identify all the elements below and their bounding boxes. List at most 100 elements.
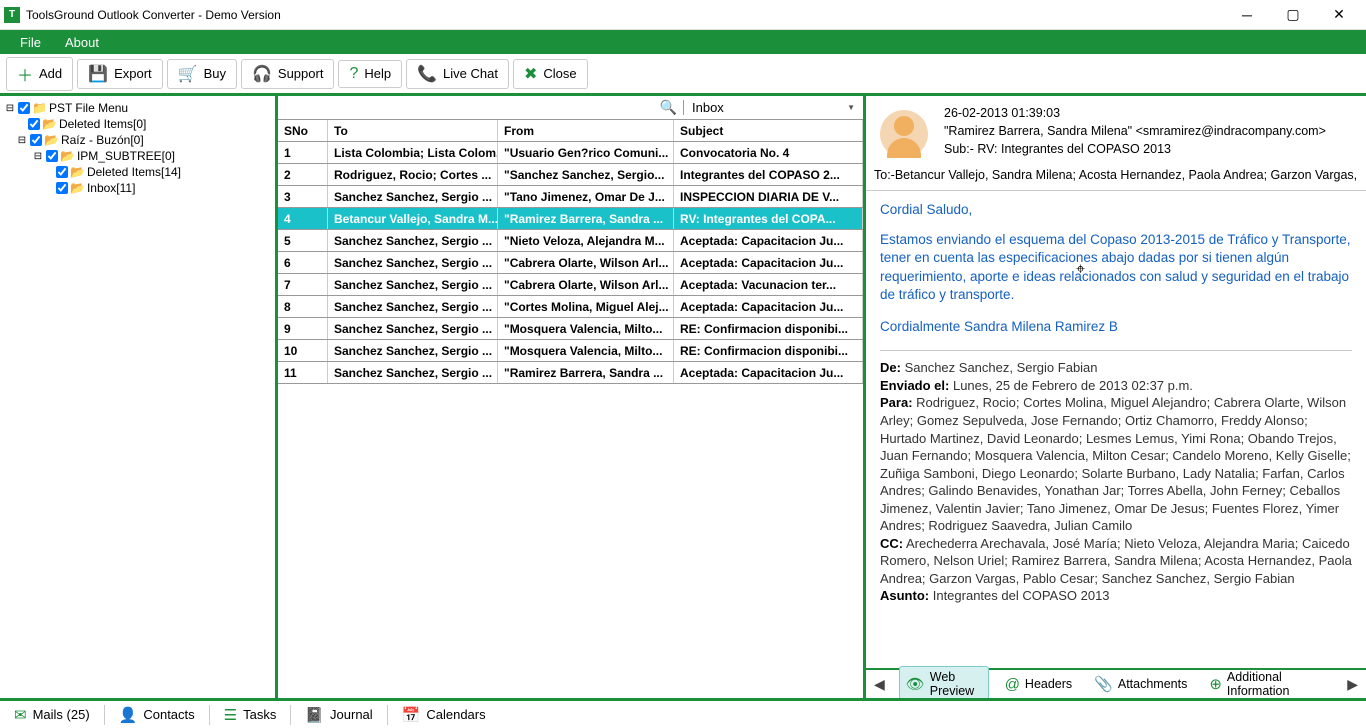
grid-header: SNo To From Subject [278, 120, 863, 142]
tab-web-preview[interactable]: 👁Web Preview [899, 666, 989, 698]
cell-to: Sanchez Sanchez, Sergio ... [328, 362, 498, 383]
menu-about[interactable]: About [53, 33, 111, 52]
cell-subject: Aceptada: Capacitacion Ju... [674, 362, 863, 383]
cell-subject: Aceptada: Capacitacion Ju... [674, 252, 863, 273]
buy-button[interactable]: 🛒Buy [167, 59, 237, 89]
tab-headers[interactable]: @Headers [999, 673, 1078, 696]
cell-sno: 8 [278, 296, 328, 317]
table-row[interactable]: 8Sanchez Sanchez, Sergio ..."Cortes Moli… [278, 296, 863, 318]
cell-to: Sanchez Sanchez, Sergio ... [328, 252, 498, 273]
tree-deleted-0[interactable]: Deleted Items[0] [59, 117, 146, 131]
cell-sno: 10 [278, 340, 328, 361]
cell-to: Sanchez Sanchez, Sergio ... [328, 296, 498, 317]
tree-checkbox[interactable] [18, 102, 30, 114]
table-row[interactable]: 11Sanchez Sanchez, Sergio ..."Ramirez Ba… [278, 362, 863, 384]
list-header: 🔍 Inbox ▼ [278, 96, 863, 120]
nav-right-icon[interactable]: ▶ [1343, 676, 1362, 693]
table-row[interactable]: 10Sanchez Sanchez, Sergio ..."Mosquera V… [278, 340, 863, 362]
cell-sno: 1 [278, 142, 328, 163]
bottom-bar: ✉Mails (25) 👤Contacts ☰Tasks 📓Journal 📅C… [0, 698, 1366, 728]
tree-checkbox[interactable] [56, 182, 68, 194]
calendar-icon: 📅 [402, 706, 421, 724]
nav-left-icon[interactable]: ◀ [870, 676, 889, 693]
folder-tree[interactable]: ⊟📁PST File Menu 📂Deleted Items[0] ⊟📂Raíz… [0, 96, 278, 698]
cell-sno: 2 [278, 164, 328, 185]
col-to[interactable]: To [328, 120, 498, 141]
folder-icon: 📂 [44, 133, 59, 147]
bottom-journal[interactable]: 📓Journal [297, 703, 380, 727]
avatar [880, 110, 928, 158]
cell-from: "Sanchez Sanchez, Sergio... [498, 164, 674, 185]
tab-additional-info[interactable]: ⊕Additional Information [1203, 667, 1323, 698]
cell-sno: 4 [278, 208, 328, 229]
close-window-button[interactable]: ✕ [1316, 0, 1362, 30]
maximize-button[interactable]: ▢ [1270, 0, 1316, 30]
help-button[interactable]: ?Help [338, 60, 402, 88]
cell-subject: RV: Integrantes del COPA... [674, 208, 863, 229]
folder-dropdown[interactable]: Inbox ▼ [683, 100, 863, 115]
tree-checkbox[interactable] [28, 118, 40, 130]
cell-to: Sanchez Sanchez, Sergio ... [328, 340, 498, 361]
tree-raiz[interactable]: Raíz - Buzón[0] [61, 133, 144, 147]
bottom-calendars[interactable]: 📅Calendars [394, 703, 494, 727]
tree-checkbox[interactable] [30, 134, 42, 146]
support-icon: 🎧 [252, 64, 272, 84]
help-icon: ? [349, 65, 358, 83]
minimize-button[interactable]: ─ [1224, 0, 1270, 30]
menubar: File About [0, 30, 1366, 54]
preview-date: 26-02-2013 01:39:03 [944, 106, 1358, 120]
support-button[interactable]: 🎧Support [241, 59, 334, 89]
close-button[interactable]: ✖Close [513, 59, 588, 89]
menu-file[interactable]: File [8, 33, 53, 52]
preview-pane: 26-02-2013 01:39:03 "Ramirez Barrera, Sa… [866, 96, 1366, 698]
cell-to: Betancur Vallejo, Sandra M... [328, 208, 498, 229]
table-row[interactable]: 1Lista Colombia; Lista Colom..."Usuario … [278, 142, 863, 164]
bottom-tasks[interactable]: ☰Tasks [216, 703, 285, 727]
add-button[interactable]: ＋Add [6, 57, 73, 91]
tree-deleted-14[interactable]: Deleted Items[14] [87, 165, 181, 179]
folder-dropdown-value: Inbox [692, 100, 724, 115]
export-button[interactable]: 💾Export [77, 59, 163, 89]
message-grid[interactable]: SNo To From Subject 1Lista Colombia; Lis… [278, 120, 863, 698]
livechat-button[interactable]: 📞Live Chat [406, 59, 509, 89]
cell-subject: INSPECCION DIARIA DE V... [674, 186, 863, 207]
expand-icon[interactable]: ⊟ [16, 135, 28, 146]
cell-subject: Aceptada: Capacitacion Ju... [674, 296, 863, 317]
table-row[interactable]: 5Sanchez Sanchez, Sergio ..."Nieto Veloz… [278, 230, 863, 252]
cell-to: Sanchez Sanchez, Sergio ... [328, 186, 498, 207]
folder-icon: 📂 [70, 181, 85, 195]
table-row[interactable]: 2Rodriguez, Rocio; Cortes ..."Sanchez Sa… [278, 164, 863, 186]
cell-subject: RE: Confirmacion disponibi... [674, 340, 863, 361]
cell-to: Sanchez Sanchez, Sergio ... [328, 318, 498, 339]
col-from[interactable]: From [498, 120, 674, 141]
table-row[interactable]: 9Sanchez Sanchez, Sergio ..."Mosquera Va… [278, 318, 863, 340]
cell-sno: 6 [278, 252, 328, 273]
tab-attachments[interactable]: 📎Attachments [1088, 672, 1193, 696]
cell-to: Sanchez Sanchez, Sergio ... [328, 274, 498, 295]
tree-checkbox[interactable] [46, 150, 58, 162]
expand-icon[interactable]: ⊟ [4, 103, 16, 114]
tree-inbox[interactable]: Inbox[11] [87, 181, 135, 195]
cell-to: Rodriguez, Rocio; Cortes ... [328, 164, 498, 185]
table-row[interactable]: 6Sanchez Sanchez, Sergio ..."Cabrera Ola… [278, 252, 863, 274]
col-subject[interactable]: Subject [674, 120, 863, 141]
expand-icon[interactable]: ⊟ [32, 151, 44, 162]
tree-checkbox[interactable] [56, 166, 68, 178]
table-row[interactable]: 3Sanchez Sanchez, Sergio ..."Tano Jimene… [278, 186, 863, 208]
preview-body[interactable]: Cordial Saludo, Estamos enviando el esqu… [866, 190, 1366, 668]
col-sno[interactable]: SNo [278, 120, 328, 141]
table-row[interactable]: 7Sanchez Sanchez, Sergio ..."Cabrera Ola… [278, 274, 863, 296]
close-icon: ✖ [524, 64, 537, 84]
preview-header: 26-02-2013 01:39:03 "Ramirez Barrera, Sa… [866, 96, 1366, 190]
search-icon[interactable]: 🔍 [654, 99, 683, 116]
tree-ipm[interactable]: IPM_SUBTREE[0] [77, 149, 175, 163]
search-input[interactable] [278, 101, 654, 115]
preview-greeting: Cordial Saludo, [880, 201, 1352, 219]
table-row[interactable]: 4Betancur Vallejo, Sandra M..."Ramirez B… [278, 208, 863, 230]
bottom-mails[interactable]: ✉Mails (25) [6, 703, 98, 727]
preview-signature: Cordialmente Sandra Milena Ramirez B [880, 318, 1352, 336]
tree-root[interactable]: PST File Menu [49, 101, 128, 115]
journal-icon: 📓 [305, 706, 324, 724]
bottom-contacts[interactable]: 👤Contacts [111, 703, 203, 727]
paperclip-icon: 📎 [1094, 675, 1113, 693]
